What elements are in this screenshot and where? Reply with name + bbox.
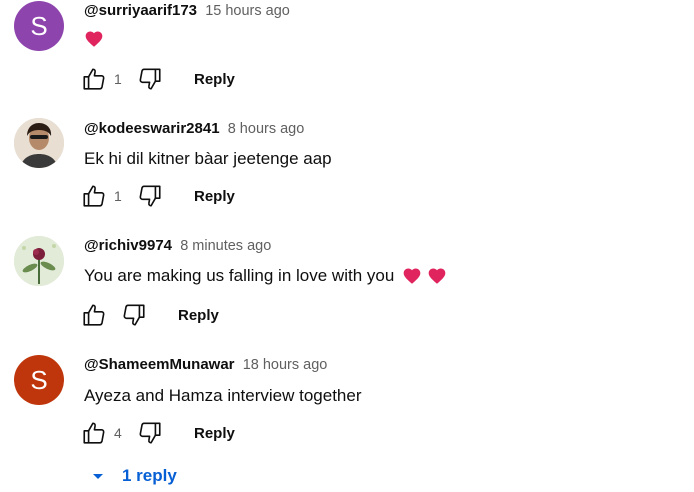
view-replies-label: 1 reply [122,466,177,485]
avatar[interactable]: S [14,355,64,405]
flower-photo-avatar-icon [14,236,64,286]
comment-actions: Reply [80,301,219,329]
dislike-button[interactable] [136,419,164,447]
comment-author[interactable]: @richiv9974 [84,237,172,254]
like-count: 4 [114,425,122,441]
reply-button[interactable]: Reply [178,307,219,324]
dislike-button[interactable] [136,182,164,210]
reply-button[interactable]: Reply [194,71,235,88]
red-heart-emoji-icon [428,268,446,284]
red-heart-emoji-icon [403,268,421,284]
avatar-letter: S [30,364,48,395]
comment-text: Ek hi dil kitner bàar jeetenge aap [84,149,332,168]
thumbs-down-icon [139,185,161,207]
comment-actions: 1 Reply [80,65,235,93]
avatar[interactable]: S [14,1,64,51]
comment-header: @ShameemMunawar 18 hours ago [84,355,327,375]
comment-actions: 1 Reply [80,182,235,210]
comment-author[interactable]: @ShameemMunawar [84,356,235,373]
comment-timestamp[interactable]: 8 hours ago [228,121,305,137]
thumbs-up-icon [83,68,105,90]
comment-author[interactable]: @kodeeswarir2841 [84,120,220,137]
avatar[interactable] [14,118,64,168]
avatar[interactable] [14,236,64,286]
chevron-down-icon [93,474,103,479]
thumbs-down-icon [139,422,161,444]
reply-button[interactable]: Reply [194,188,235,205]
thumbs-up-icon [83,304,105,326]
person-photo-avatar-icon [14,118,64,168]
comment-timestamp[interactable]: 18 hours ago [243,357,328,373]
dislike-button[interactable] [120,301,148,329]
thumbs-down-icon [123,304,145,326]
avatar-letter: S [30,10,48,41]
like-button[interactable] [80,182,108,210]
comment-text: You are making us falling in love with y… [84,264,447,288]
like-count: 1 [114,71,122,87]
view-replies-button[interactable]: 1 reply [86,462,177,490]
red-heart-emoji-icon [85,31,103,47]
thumbs-down-icon [139,68,161,90]
comment-actions: 4 Reply [80,419,235,447]
comment-header: @richiv9974 8 minutes ago [84,236,271,256]
thumbs-up-icon [83,185,105,207]
comment-text-body: You are making us falling in love with y… [84,266,395,285]
comment-header: @kodeeswarir2841 8 hours ago [84,119,304,139]
comment-text: Ayeza and Hamza interview together [84,386,362,405]
like-button[interactable] [80,65,108,93]
comment-author[interactable]: @surriyaarif173 [84,2,197,19]
like-count: 1 [114,188,122,204]
thumbs-up-icon [83,422,105,444]
like-button[interactable] [80,419,108,447]
comment-header: @surriyaarif173 15 hours ago [84,1,290,21]
comment-timestamp[interactable]: 15 hours ago [205,3,290,19]
comment-text [84,29,104,49]
like-button[interactable] [80,301,108,329]
dislike-button[interactable] [136,65,164,93]
reply-button[interactable]: Reply [194,425,235,442]
comment-timestamp[interactable]: 8 minutes ago [180,238,271,254]
